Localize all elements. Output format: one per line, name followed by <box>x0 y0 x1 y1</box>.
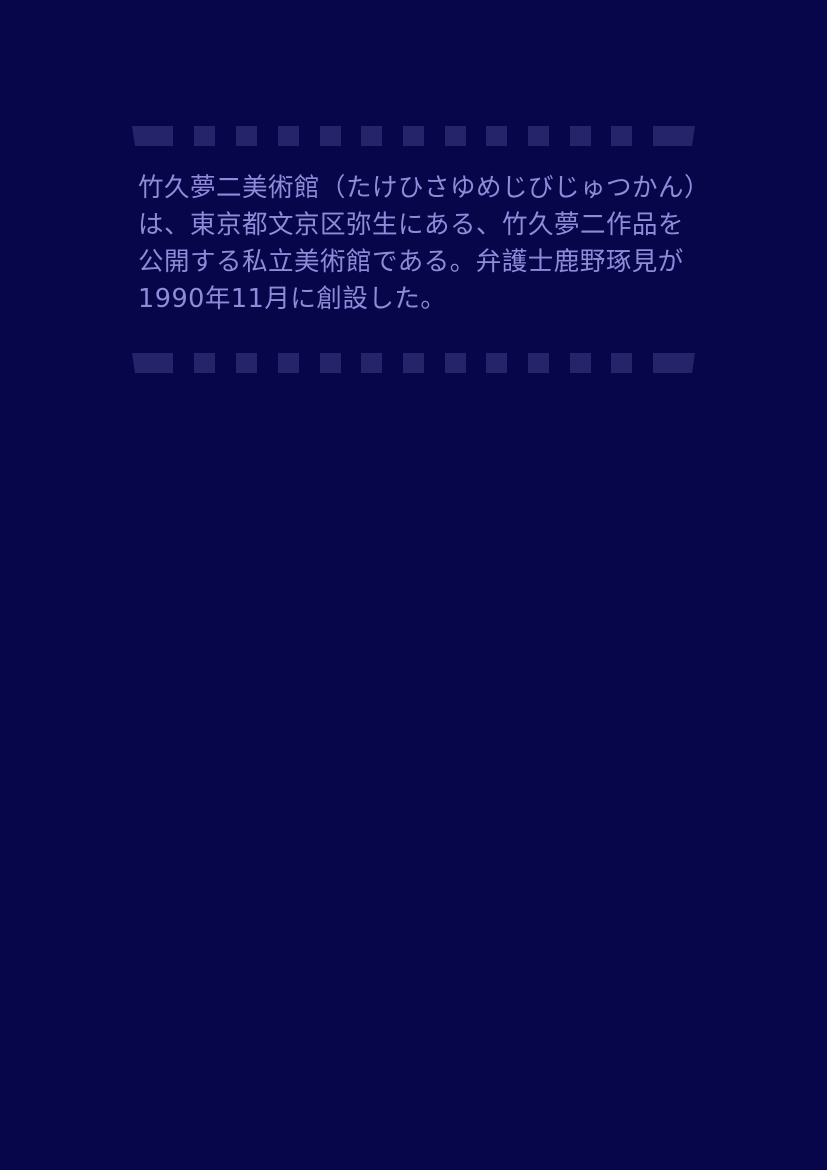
dash-segment <box>486 353 507 373</box>
dash-segment <box>278 126 299 146</box>
dash-segment <box>611 353 632 373</box>
dash-segment <box>236 126 257 146</box>
dash-segment <box>278 353 299 373</box>
dash-end-left <box>132 353 173 373</box>
dash-segment <box>361 126 382 146</box>
dash-segment <box>403 353 424 373</box>
dash-segment <box>611 126 632 146</box>
dash-segment <box>236 353 257 373</box>
dash-segment <box>570 353 591 373</box>
dash-svg <box>132 126 695 146</box>
article-paragraph: 竹久夢二美術館（たけひさゆめじびじゅつかん）は、東京都文京区弥生にある、竹久夢二… <box>138 173 698 314</box>
dash-segment <box>570 126 591 146</box>
dash-segment <box>445 126 466 146</box>
dash-segment <box>486 126 507 146</box>
dash-segment <box>194 126 215 146</box>
dash-svg <box>132 353 695 373</box>
dash-segment <box>528 126 549 146</box>
dash-segment <box>320 353 341 373</box>
dash-end-left <box>132 126 173 146</box>
dash-segment <box>361 353 382 373</box>
dash-segment <box>403 126 424 146</box>
dash-segment <box>528 353 549 373</box>
top-dashed-divider <box>132 126 695 146</box>
dash-segment <box>445 353 466 373</box>
dash-segment <box>194 353 215 373</box>
dash-end-right <box>653 353 695 373</box>
dash-end-right <box>653 126 695 146</box>
bottom-dashed-divider <box>132 353 695 373</box>
dash-segment <box>320 126 341 146</box>
